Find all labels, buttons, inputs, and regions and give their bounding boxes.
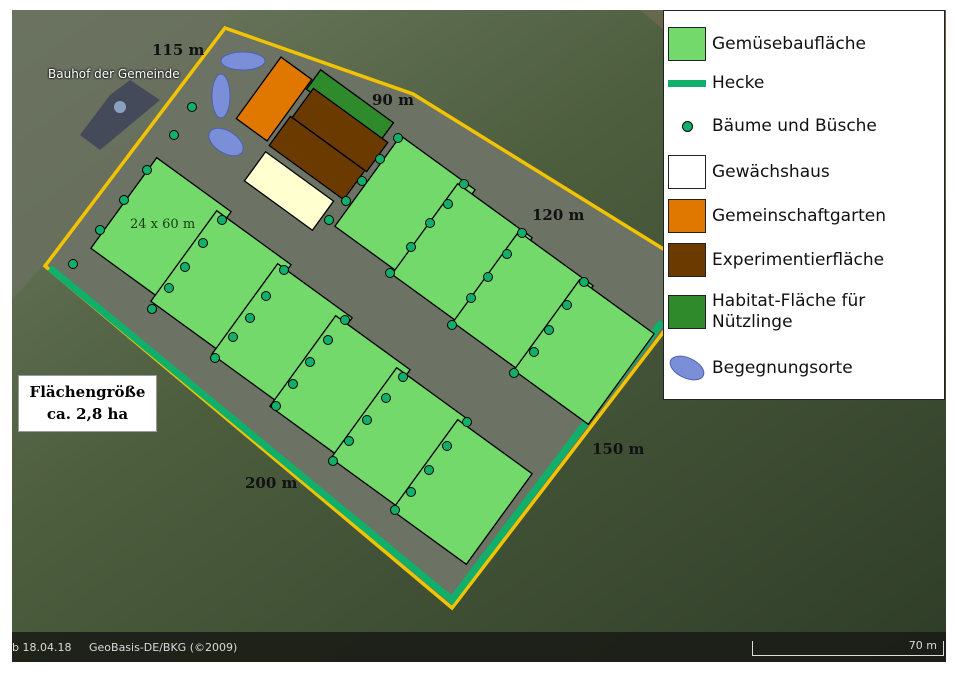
tree-marker — [562, 300, 572, 310]
square-swatch-icon — [668, 27, 706, 61]
imagery-date: b 18.04.18 — [12, 641, 72, 654]
map-footer: b 18.04.18 GeoBasis-DE/BKG (©2009) 70 m — [12, 632, 946, 662]
tree-marker — [68, 259, 78, 269]
tree-marker — [164, 283, 174, 293]
tree-marker — [502, 249, 512, 259]
tree-marker — [169, 130, 179, 140]
tree-marker — [357, 176, 367, 186]
tree-marker — [362, 415, 372, 425]
legend: Gemüsebaufläche Hecke Bäume und Büsche G… — [663, 10, 945, 400]
tree-marker — [142, 165, 152, 175]
tree-marker — [245, 313, 255, 323]
field-size-label: 24 x 60 m — [130, 217, 196, 232]
legend-item-trees: Bäume und Büsche — [668, 116, 877, 136]
ellipse-swatch-icon — [668, 351, 706, 385]
dimension-label: 120 m — [532, 206, 585, 224]
tree-marker — [147, 304, 157, 314]
tree-marker — [198, 238, 208, 248]
tree-marker — [95, 225, 105, 235]
dimension-label: 150 m — [592, 440, 645, 458]
dimension-label: 115 m — [152, 41, 205, 59]
tree-marker — [279, 265, 289, 275]
tree-marker — [341, 196, 351, 206]
tree-marker — [261, 291, 271, 301]
tree-marker — [393, 133, 403, 143]
tree-marker — [340, 315, 350, 325]
tree-marker — [517, 228, 527, 238]
tree-marker — [375, 154, 385, 164]
tree-marker — [442, 441, 452, 451]
square-swatch-icon — [668, 155, 706, 189]
legend-item-experimental: Experimentierfläche — [668, 243, 884, 277]
legend-item-greenhouse: Gewächshaus — [668, 155, 830, 189]
legend-label: Gemeinschaftgarten — [712, 206, 886, 226]
legend-label: Begegnungsorte — [712, 358, 853, 378]
tree-marker — [398, 372, 408, 382]
tree-marker — [447, 320, 457, 330]
tree-marker — [210, 353, 220, 363]
legend-item-vegetable: Gemüsebaufläche — [668, 27, 866, 61]
tree-marker — [459, 179, 469, 189]
tree-marker — [323, 335, 333, 345]
tree-marker — [424, 465, 434, 475]
dot-swatch-icon — [668, 116, 706, 136]
tree-marker — [406, 242, 416, 252]
tree-marker — [328, 456, 338, 466]
area-box: Flächengröße ca. 2,8 ha — [18, 375, 157, 432]
tree-marker — [579, 277, 589, 287]
tree-marker — [187, 102, 197, 112]
area-title: Flächengröße — [29, 383, 146, 401]
dimension-label: 200 m — [245, 474, 298, 492]
meeting-place — [211, 73, 231, 119]
tree-marker — [344, 436, 354, 446]
tree-marker — [305, 357, 315, 367]
tree-marker — [381, 393, 391, 403]
copyright: GeoBasis-DE/BKG (©2009) — [89, 641, 238, 654]
legend-item-community: Gemeinschaftgarten — [668, 199, 886, 233]
square-swatch-icon — [668, 243, 706, 277]
square-swatch-icon — [668, 199, 706, 233]
area-value: ca. 2,8 ha — [46, 405, 129, 423]
dimension-label: 90 m — [372, 91, 414, 109]
tree-marker — [390, 505, 400, 515]
tree-marker — [483, 272, 493, 282]
tree-marker — [462, 417, 472, 427]
tree-marker — [544, 325, 554, 335]
legend-label: Gemüsebaufläche — [712, 34, 866, 54]
tree-marker — [466, 293, 476, 303]
tree-marker — [529, 347, 539, 357]
legend-item-habitat: Habitat-Fläche für Nützlinge — [668, 291, 902, 333]
tree-marker — [119, 195, 129, 205]
meeting-place — [220, 51, 266, 71]
legend-item-meeting: Begegnungsorte — [668, 351, 853, 385]
legend-item-hedge: Hecke — [668, 73, 764, 93]
legend-label: Experimentierfläche — [712, 250, 885, 270]
scale-label: 70 m — [908, 639, 937, 652]
tree-marker — [509, 368, 519, 378]
tree-marker — [217, 215, 227, 225]
tree-marker — [406, 487, 416, 497]
tree-marker — [425, 218, 435, 228]
tree-marker — [180, 262, 190, 272]
tree-marker — [271, 401, 281, 411]
legend-label: Habitat-Fläche für Nützlinge — [712, 291, 866, 332]
scale-bar: 70 m — [752, 639, 944, 656]
legend-label: Gewächshaus — [712, 162, 830, 182]
line-swatch-icon — [668, 79, 706, 87]
legend-label: Bäume und Büsche — [712, 116, 877, 136]
tree-marker — [228, 332, 238, 342]
square-swatch-icon — [668, 295, 706, 329]
tree-marker — [385, 268, 395, 278]
poi-icon[interactable] — [114, 101, 126, 113]
poi-label: Bauhof der Gemeinde — [48, 67, 180, 81]
tree-marker — [443, 199, 453, 209]
legend-label: Hecke — [712, 73, 765, 93]
tree-marker — [324, 215, 334, 225]
tree-marker — [288, 379, 298, 389]
